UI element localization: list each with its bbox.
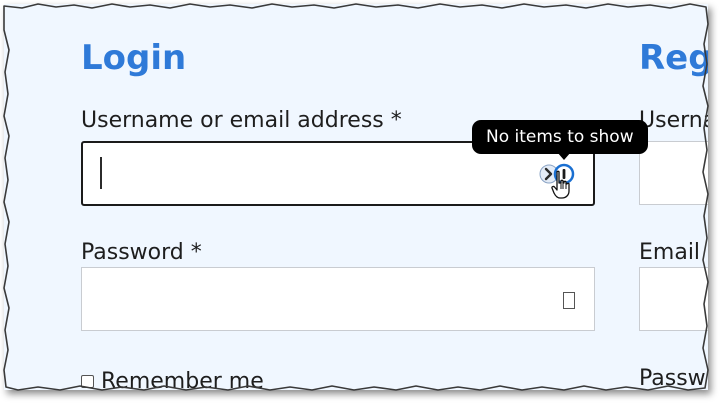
hand-pointer-cursor-icon (551, 170, 570, 199)
password-field[interactable] (81, 267, 595, 331)
password-input[interactable] (82, 268, 594, 330)
page-content: Login Username or email address * Passwo… (4, 4, 708, 390)
register-username-field[interactable] (639, 141, 708, 205)
username-label: Username or email address * (81, 108, 402, 133)
register-password-label: Passw (639, 366, 706, 390)
password-label: Password * (81, 240, 202, 265)
register-heading: Regi (639, 38, 708, 78)
register-username-label: Userna (639, 108, 708, 133)
login-heading: Login (81, 38, 187, 78)
register-email-field[interactable] (639, 267, 708, 331)
remember-me-label[interactable]: Remember me (101, 369, 264, 390)
password-key-icon (563, 292, 575, 309)
tooltip: No items to show (472, 120, 648, 154)
register-email-label: Email (639, 240, 701, 265)
tooltip-arrow (557, 152, 571, 160)
remember-me-row[interactable]: Remember me (81, 369, 264, 390)
remember-me-checkbox[interactable] (81, 375, 94, 388)
text-caret (100, 157, 102, 189)
